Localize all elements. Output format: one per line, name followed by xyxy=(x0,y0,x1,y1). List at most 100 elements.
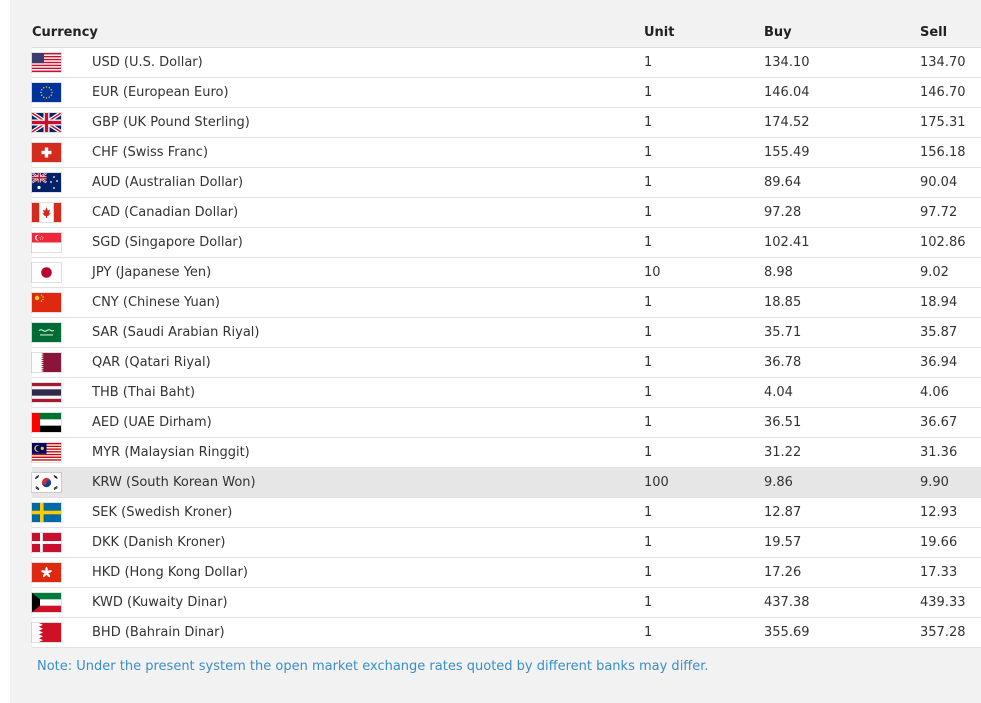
table-row: KRW (South Korean Won) 100 9.86 9.90 xyxy=(32,467,981,498)
unit-cell: 1 xyxy=(644,287,764,318)
hk-flag-icon xyxy=(32,563,61,582)
table-row: USD (U.S. Dollar) 1 134.10 134.70 xyxy=(32,47,981,78)
buy-rate-cell: 102.41 xyxy=(764,227,920,258)
unit-cell: 10 xyxy=(644,257,764,288)
sell-rate-cell: 9.90 xyxy=(920,467,981,498)
cn-flag-icon xyxy=(32,293,61,312)
currency-name-cell: CHF (Swiss Franc) xyxy=(92,137,644,168)
kr-flag-icon xyxy=(32,473,61,492)
sell-rate-cell: 97.72 xyxy=(920,197,981,228)
unit-cell: 1 xyxy=(644,497,764,528)
currency-name-cell: AUD (Australian Dollar) xyxy=(92,167,644,198)
buy-rate-cell: 36.51 xyxy=(764,407,920,438)
exchange-rates-table: Currency Unit Buy Sell USD (U.S. Dollar)… xyxy=(32,17,981,648)
currency-name-cell: KWD (Kuwaity Dinar) xyxy=(92,587,644,618)
currency-name-cell: CAD (Canadian Dollar) xyxy=(92,197,644,228)
sell-rate-cell: 12.93 xyxy=(920,497,981,528)
sell-rate-cell: 31.36 xyxy=(920,437,981,468)
buy-rate-cell: 97.28 xyxy=(764,197,920,228)
my-flag-icon xyxy=(32,443,61,462)
table-row: BHD (Bahrain Dinar) 1 355.69 357.28 xyxy=(32,617,981,648)
sell-rate-cell: 90.04 xyxy=(920,167,981,198)
eu-flag-icon xyxy=(32,83,61,102)
currency-name-cell: GBP (UK Pound Sterling) xyxy=(92,107,644,138)
sell-rate-cell: 156.18 xyxy=(920,137,981,168)
buy-rate-cell: 155.49 xyxy=(764,137,920,168)
unit-cell: 1 xyxy=(644,407,764,438)
au-flag-icon xyxy=(32,173,61,192)
flag-cell xyxy=(32,47,92,78)
kw-flag-icon xyxy=(32,593,61,612)
uk-flag-icon xyxy=(32,113,61,132)
table-header-row: Currency Unit Buy Sell xyxy=(32,17,981,48)
currency-name-cell: THB (Thai Baht) xyxy=(92,377,644,408)
sell-rate-cell: 19.66 xyxy=(920,527,981,558)
unit-cell: 100 xyxy=(644,467,764,498)
currency-name-cell: KRW (South Korean Won) xyxy=(92,467,644,498)
unit-cell: 1 xyxy=(644,227,764,258)
table-row: THB (Thai Baht) 1 4.04 4.06 xyxy=(32,377,981,408)
buy-rate-cell: 18.85 xyxy=(764,287,920,318)
currency-name-cell: QAR (Qatari Riyal) xyxy=(92,347,644,378)
se-flag-icon xyxy=(32,503,61,522)
dk-flag-icon xyxy=(32,533,61,552)
sa-flag-icon xyxy=(32,323,61,342)
flag-cell xyxy=(32,107,92,138)
table-row: SGD (Singapore Dollar) 1 102.41 102.86 xyxy=(32,227,981,258)
flag-cell xyxy=(32,257,92,288)
sell-rate-cell: 36.67 xyxy=(920,407,981,438)
unit-cell: 1 xyxy=(644,617,764,648)
sell-rate-cell: 4.06 xyxy=(920,377,981,408)
sell-rate-cell: 146.70 xyxy=(920,77,981,108)
ae-flag-icon xyxy=(32,413,61,432)
unit-cell: 1 xyxy=(644,47,764,78)
buy-rate-cell: 134.10 xyxy=(764,47,920,78)
currency-name-cell: HKD (Hong Kong Dollar) xyxy=(92,557,644,588)
flag-cell xyxy=(32,227,92,258)
table-row: EUR (European Euro) 1 146.04 146.70 xyxy=(32,77,981,108)
flag-cell xyxy=(32,377,92,408)
sell-rate-cell: 9.02 xyxy=(920,257,981,288)
currency-name-cell: SAR (Saudi Arabian Riyal) xyxy=(92,317,644,348)
ca-flag-icon xyxy=(32,203,61,222)
ch-flag-icon xyxy=(32,143,61,162)
bh-flag-icon xyxy=(32,623,61,642)
qa-flag-icon xyxy=(32,353,61,372)
currency-name-cell: BHD (Bahrain Dinar) xyxy=(92,617,644,648)
table-row: JPY (Japanese Yen) 10 8.98 9.02 xyxy=(32,257,981,288)
rates-panel: Currency Unit Buy Sell USD (U.S. Dollar)… xyxy=(10,0,981,703)
table-row: GBP (UK Pound Sterling) 1 174.52 175.31 xyxy=(32,107,981,138)
sell-rate-cell: 439.33 xyxy=(920,587,981,618)
unit-cell: 1 xyxy=(644,557,764,588)
us-flag-icon xyxy=(32,53,61,72)
buy-rate-cell: 35.71 xyxy=(764,317,920,348)
buy-rate-cell: 174.52 xyxy=(764,107,920,138)
table-row: AED (UAE Dirham) 1 36.51 36.67 xyxy=(32,407,981,438)
disclaimer-note: Note: Under the present system the open … xyxy=(37,659,709,674)
flag-cell xyxy=(32,317,92,348)
currency-name-cell: MYR (Malaysian Ringgit) xyxy=(92,437,644,468)
sell-rate-cell: 357.28 xyxy=(920,617,981,648)
flag-cell xyxy=(32,347,92,378)
buy-rate-cell: 146.04 xyxy=(764,77,920,108)
buy-rate-cell: 89.64 xyxy=(764,167,920,198)
unit-cell: 1 xyxy=(644,377,764,408)
sell-rate-cell: 102.86 xyxy=(920,227,981,258)
buy-rate-cell: 12.87 xyxy=(764,497,920,528)
table-row: DKK (Danish Kroner) 1 19.57 19.66 xyxy=(32,527,981,558)
unit-cell: 1 xyxy=(644,77,764,108)
flag-cell xyxy=(32,527,92,558)
table-row: KWD (Kuwaity Dinar) 1 437.38 439.33 xyxy=(32,587,981,618)
table-row: SAR (Saudi Arabian Riyal) 1 35.71 35.87 xyxy=(32,317,981,348)
flag-cell xyxy=(32,557,92,588)
header-unit: Unit xyxy=(644,17,764,48)
buy-rate-cell: 19.57 xyxy=(764,527,920,558)
flag-cell xyxy=(32,617,92,648)
sell-rate-cell: 35.87 xyxy=(920,317,981,348)
sell-rate-cell: 36.94 xyxy=(920,347,981,378)
unit-cell: 1 xyxy=(644,437,764,468)
flag-cell xyxy=(32,467,92,498)
currency-name-cell: SGD (Singapore Dollar) xyxy=(92,227,644,258)
table-row: HKD (Hong Kong Dollar) 1 17.26 17.33 xyxy=(32,557,981,588)
th-flag-icon xyxy=(32,383,61,402)
